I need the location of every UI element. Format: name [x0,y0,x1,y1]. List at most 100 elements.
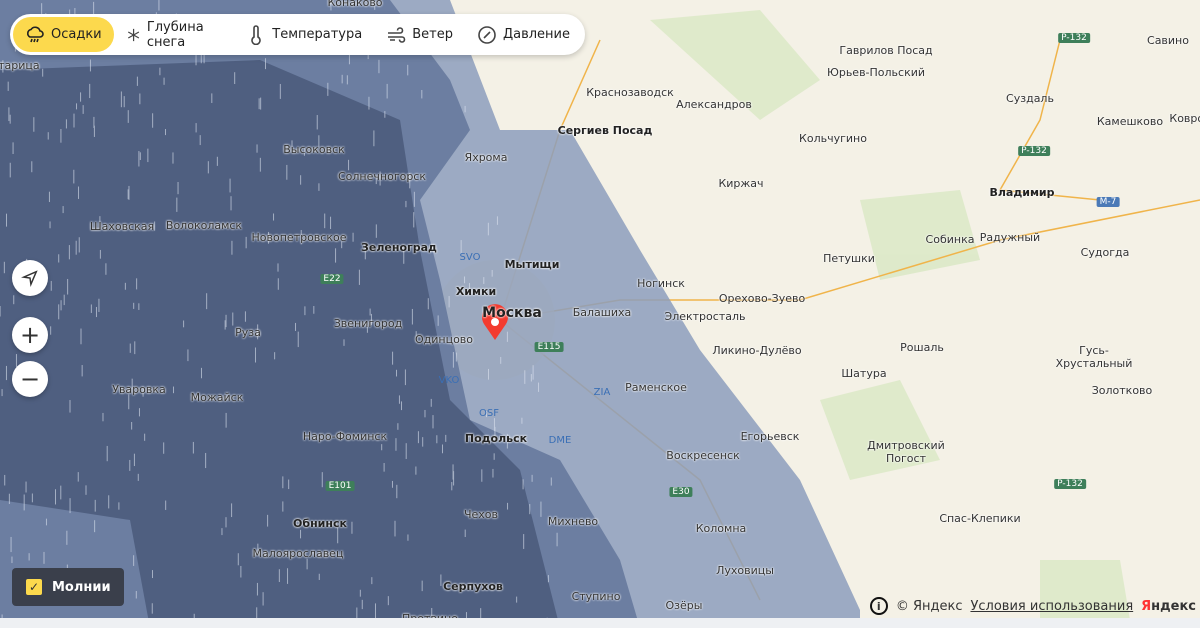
city-label: Воскресенск [666,449,740,462]
city-label: Мытищи [504,258,560,271]
city-label: Петушки [823,252,875,265]
city-label: Ногинск [637,277,685,290]
city-label: Чехов [463,508,499,521]
city-label-moscow: Москва [482,305,542,321]
tab-temperature[interactable]: Температура [234,17,374,52]
airport-label: SVO [459,252,481,263]
map-footer: i © Яндекс Условия использования Яндекс [869,594,1200,618]
city-label: Владимир [989,186,1055,199]
city-label: Высоковск [283,143,345,156]
terms-link[interactable]: Условия использования [970,599,1133,614]
city-label: Суздаль [1006,92,1054,105]
city-label: Яхрома [464,151,508,164]
city-label: Новопетровское [251,231,347,244]
copyright: © Яндекс [895,598,963,614]
airport-label: ZIA [593,387,611,398]
city-label: Подольск [464,432,528,445]
city-label: Радужный [979,231,1041,244]
city-label: Химки [455,285,497,298]
city-label: Уваровка [112,383,166,396]
road-label: E22 [320,274,344,284]
city-label: Серпухов [443,580,503,593]
city-label: Одинцово [414,333,474,346]
road-label: P-132 [1058,33,1090,43]
tab-snow-depth[interactable]: Глубина снега [114,17,235,52]
city-label: Зеленоград [361,241,437,254]
tab-label: Ветер [412,27,453,42]
road-label: E30 [669,487,693,497]
city-label: Раменское [625,381,687,394]
geolocation-button[interactable] [12,260,48,296]
city-label: Ступино [571,590,621,603]
city-label: Краснозаводск [586,86,674,99]
city-label: Обнинск [293,517,347,530]
city-label: Коломна [695,522,747,535]
info-icon[interactable]: i [869,597,888,615]
city-label: Киржач [718,177,764,190]
road-label: P-132 [1018,146,1050,156]
tab-label: Глубина снега [146,19,204,50]
city-label: Балашиха [572,306,632,319]
logo-letter: Я [1141,598,1152,614]
lightning-toggle[interactable]: ✓ Молнии [12,568,124,606]
city-label: Егорьевск [740,430,800,443]
city-label: Спас-Клепики [939,512,1021,525]
airport-label: VKO [438,375,460,386]
road-label: E115 [534,342,564,352]
snowflake-icon [127,28,139,41]
road-label: E101 [325,481,355,491]
bottom-panel-edge [0,618,1200,628]
navigation-arrow-icon [21,270,38,287]
city-label: Юрьев-Польский [826,66,926,79]
pressure-gauge-icon [478,25,496,44]
city-label: Гаврилов Посад [839,44,933,57]
city-label: Электросталь [664,310,746,323]
city-label: Сергиев Посад [557,124,653,137]
city-label: Ликино-Дулёво [712,344,802,357]
zoom-in-button[interactable]: + [12,317,48,353]
city-label: Михнево [547,515,599,528]
city-label: Наро-Фоминск [302,430,388,443]
road-label: P-132 [1054,479,1086,489]
airport-label: OSF [479,408,499,419]
city-label: Малоярославец [252,547,344,560]
city-label: Озёры [665,599,703,612]
yandex-logo[interactable]: Яндекс [1141,599,1196,614]
city-label: Савино [1147,34,1189,47]
city-label: Гусь-Хрустальный [1055,344,1133,370]
city-label: Солнечногорск [337,170,427,183]
zoom-out-button[interactable]: − [12,361,48,397]
city-label: Орехово-Зуево [718,292,806,305]
wind-icon [388,26,406,43]
tab-precipitation[interactable]: Осадки [13,17,114,52]
rain-cloud-icon [27,25,44,42]
city-label: Руза [235,326,261,339]
tab-wind[interactable]: Ветер [374,17,465,52]
tab-label: Температура [272,27,363,42]
tab-label: Давление [502,27,570,42]
thermometer-icon [251,24,261,45]
city-label: Звенигород [333,317,403,330]
city-label: Собинка [925,233,975,246]
city-label: Шатура [841,367,887,380]
city-label: Конаково [327,0,383,9]
city-label: Судогда [1080,246,1130,259]
road-label: M-7 [1096,197,1120,207]
city-label: Можайск [190,391,244,404]
city-label: Старица [0,59,40,72]
checkbox-checked-icon[interactable]: ✓ [26,579,42,595]
city-label: Кольчугино [799,132,867,145]
weather-layer-toolbar: Осадки Глубина снега Температура Ветер Д… [10,14,585,55]
city-label: Луховицы [716,564,774,577]
city-label: Камешково [1096,115,1164,128]
tab-label: Осадки [51,27,102,42]
city-label: Шаховская [89,220,155,233]
city-label: Волоколамск [165,219,243,232]
city-label: Ковров [1169,112,1200,125]
lightning-label: Молнии [52,579,111,595]
tab-pressure[interactable]: Давление [465,17,582,52]
logo-rest: ндекс [1151,598,1196,614]
airport-label: DME [548,435,572,446]
city-label: Золотково [1091,384,1153,397]
city-label: Рошаль [900,341,944,354]
